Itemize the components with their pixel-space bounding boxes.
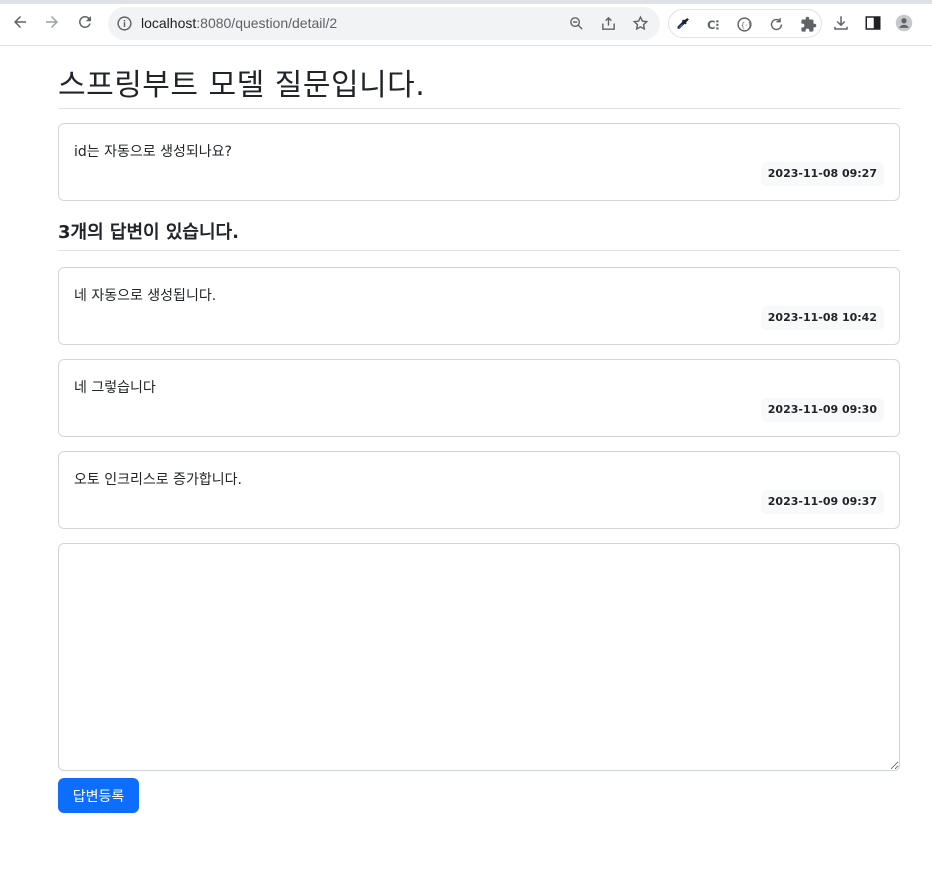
url-text[interactable]: localhost:8080/question/detail/2 — [141, 15, 337, 31]
extensions-group: C {·} — [668, 9, 822, 38]
share-icon[interactable] — [600, 15, 617, 32]
code-circle-icon[interactable]: {·} — [736, 16, 753, 33]
site-info-icon[interactable] — [116, 15, 133, 32]
answer-content: 오토 인크리스로 증가합니다. — [74, 472, 242, 488]
tab-strip — [0, 0, 932, 4]
question-content: id는 자동으로 생성되나요? — [74, 144, 232, 160]
puzzle-extension-icon[interactable] — [800, 16, 817, 33]
answer-content-textarea[interactable] — [58, 543, 900, 771]
answer-card: 네 그렇습니다 2023-11-09 09:30 — [58, 359, 900, 437]
url-host: localhost — [141, 15, 197, 31]
back-arrow-icon — [14, 16, 26, 28]
question-date-badge: 2023-11-08 09:27 — [760, 162, 884, 186]
question-subject: 스프링부트 모델 질문입니다. — [58, 68, 900, 109]
answer-date-badge: 2023-11-09 09:37 — [760, 490, 884, 514]
browser-toolbar: localhost:8080/question/detail/2 C {·} — [0, 0, 932, 46]
css-extension-icon[interactable]: C — [705, 16, 722, 33]
bookmark-star-icon[interactable] — [632, 15, 649, 32]
profile-avatar-icon[interactable] — [895, 14, 913, 32]
answer-content: 네 그렇습니다 — [74, 380, 156, 396]
back-button[interactable] — [8, 10, 32, 34]
answer-count-heading: 3개의 답변이 있습니다. — [58, 221, 900, 251]
svg-text:C: C — [707, 18, 715, 32]
reload-button[interactable] — [73, 10, 97, 34]
forward-arrow-icon — [46, 16, 58, 28]
answer-date-badge: 2023-11-08 10:42 — [760, 306, 884, 330]
svg-text:{·}: {·} — [741, 20, 752, 29]
submit-answer-button[interactable]: 답변등록 — [58, 778, 139, 813]
answer-date-badge: 2023-11-09 09:30 — [760, 398, 884, 422]
refresh-extension-icon[interactable] — [768, 16, 785, 33]
answer-content: 네 자동으로 생성됩니다. — [74, 288, 217, 304]
question-card: id는 자동으로 생성되나요? 2023-11-08 09:27 — [58, 123, 900, 201]
answer-card: 네 자동으로 생성됩니다. 2023-11-08 10:42 — [58, 267, 900, 345]
forward-button[interactable] — [40, 10, 64, 34]
zoom-icon[interactable] — [568, 15, 585, 32]
download-icon[interactable] — [832, 14, 850, 32]
eyedropper-icon[interactable] — [674, 16, 691, 33]
side-panel-icon[interactable] — [864, 14, 882, 32]
answer-card: 오토 인크리스로 증가합니다. 2023-11-09 09:37 — [58, 451, 900, 529]
url-path: :8080/question/detail/2 — [196, 15, 338, 31]
address-bar[interactable]: localhost:8080/question/detail/2 — [108, 7, 660, 40]
reload-icon — [79, 16, 91, 28]
